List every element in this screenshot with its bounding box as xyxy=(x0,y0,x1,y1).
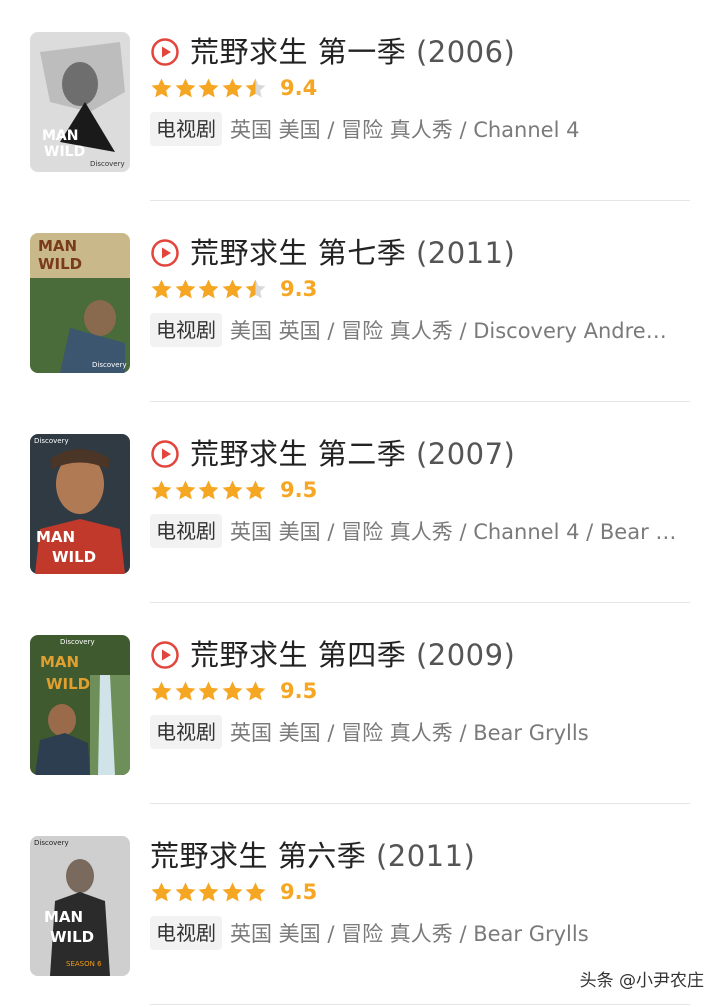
svg-text:SEASON 6: SEASON 6 xyxy=(66,960,102,968)
play-icon[interactable] xyxy=(150,640,180,670)
star-icon xyxy=(222,479,242,499)
star-icon xyxy=(151,881,172,901)
list-item[interactable]: MAN WILD Discovery 荒野求生 第二季 (2007) 9.5 电… xyxy=(0,402,720,603)
item-info: 英国 美国 / 冒险 真人秀 / Channel 4 xyxy=(230,118,580,142)
star-icon xyxy=(198,479,219,499)
type-badge: 电视剧 xyxy=(150,514,222,548)
rating-score: 9.5 xyxy=(280,478,318,502)
poster-thumbnail[interactable]: MAN WILD Discovery xyxy=(30,233,130,373)
item-meta: 电视剧 英国 美国 / 冒险 真人秀 / Bear Grylls xyxy=(150,914,690,952)
star-icon xyxy=(245,680,266,700)
svg-text:Discovery: Discovery xyxy=(60,638,95,646)
svg-text:WILD: WILD xyxy=(38,255,82,273)
star-rating xyxy=(150,474,268,506)
poster-thumbnail[interactable]: MAN WILD SEASON 6 Discovery xyxy=(30,836,130,976)
poster-image: MAN WILD SEASON 6 Discovery xyxy=(30,836,130,976)
item-info: 美国 英国 / 冒险 真人秀 / Discovery Andre… xyxy=(230,319,667,343)
list-item[interactable]: MAN WILD Discovery 荒野求生 第七季 (2011) 9.3 电… xyxy=(0,201,720,402)
svg-text:WILD: WILD xyxy=(46,675,90,693)
star-icon xyxy=(198,680,219,700)
star-rating xyxy=(150,273,268,305)
play-icon[interactable] xyxy=(150,238,180,268)
star-rating xyxy=(150,675,268,707)
rating-score: 9.5 xyxy=(280,679,318,703)
star-icon xyxy=(151,680,172,700)
play-icon[interactable] xyxy=(150,439,180,469)
play-icon[interactable] xyxy=(150,37,180,67)
star-icon xyxy=(198,881,219,901)
poster-image: MAN WILD Discovery xyxy=(30,233,130,373)
item-meta: 电视剧 英国 美国 / 冒险 真人秀 / Bear Grylls xyxy=(150,713,690,751)
svg-text:WILD: WILD xyxy=(44,144,85,160)
type-badge: 电视剧 xyxy=(150,916,222,950)
svg-text:Discovery: Discovery xyxy=(92,361,127,369)
star-rating xyxy=(150,72,268,104)
svg-text:WILD: WILD xyxy=(52,548,96,566)
rating-score: 9.3 xyxy=(280,277,318,301)
svg-text:Discovery: Discovery xyxy=(34,839,69,847)
star-icon xyxy=(222,278,242,298)
item-meta: 电视剧 英国 美国 / 冒险 真人秀 / Channel 4 xyxy=(150,110,690,148)
star-icon xyxy=(222,680,242,700)
star-icon xyxy=(175,77,195,97)
item-title[interactable]: 荒野求生 第七季 (2011) xyxy=(190,233,515,273)
list-item[interactable]: MAN WILD Discovery 荒野求生 第一季 (2006) 9.4 电… xyxy=(0,0,720,201)
item-title[interactable]: 荒野求生 第二季 (2007) xyxy=(190,434,515,474)
poster-thumbnail[interactable]: MAN WILD Discovery xyxy=(30,635,130,775)
item-meta: 电视剧 英国 美国 / 冒险 真人秀 / Channel 4 / Bear … xyxy=(150,512,690,550)
svg-text:MAN: MAN xyxy=(44,908,83,926)
rating-score: 9.5 xyxy=(280,880,318,904)
star-icon xyxy=(245,77,266,97)
divider xyxy=(150,1004,690,1005)
star-icon xyxy=(222,77,242,97)
star-icon xyxy=(175,881,195,901)
type-badge: 电视剧 xyxy=(150,112,222,146)
type-badge: 电视剧 xyxy=(150,715,222,749)
star-rating xyxy=(150,876,268,908)
poster-image: MAN WILD Discovery xyxy=(30,32,130,172)
svg-text:MAN: MAN xyxy=(36,528,75,546)
star-icon xyxy=(245,479,266,499)
star-icon xyxy=(175,680,195,700)
star-icon xyxy=(198,77,219,97)
star-icon xyxy=(151,278,172,298)
svg-text:Discovery: Discovery xyxy=(34,437,69,445)
item-info: 英国 美国 / 冒险 真人秀 / Bear Grylls xyxy=(230,922,589,946)
item-info: 英国 美国 / 冒险 真人秀 / Bear Grylls xyxy=(230,721,589,745)
svg-text:WILD: WILD xyxy=(50,928,94,946)
item-title[interactable]: 荒野求生 第四季 (2009) xyxy=(190,635,515,675)
star-icon xyxy=(222,881,242,901)
item-info: 英国 美国 / 冒险 真人秀 / Channel 4 / Bear … xyxy=(230,520,677,544)
star-icon xyxy=(245,881,266,901)
svg-text:MAN: MAN xyxy=(38,237,77,255)
star-icon xyxy=(151,77,172,97)
poster-thumbnail[interactable]: MAN WILD Discovery xyxy=(30,434,130,574)
watermark: 头条 @小尹农庄 xyxy=(579,971,704,991)
star-icon xyxy=(245,278,266,298)
item-title[interactable]: 荒野求生 第六季 (2011) xyxy=(150,836,475,876)
rating-score: 9.4 xyxy=(280,76,318,100)
item-title[interactable]: 荒野求生 第一季 (2006) xyxy=(190,32,515,72)
star-icon xyxy=(151,479,172,499)
poster-thumbnail[interactable]: MAN WILD Discovery xyxy=(30,32,130,172)
star-icon xyxy=(175,278,195,298)
star-icon xyxy=(175,479,195,499)
poster-image: MAN WILD Discovery xyxy=(30,434,130,574)
item-meta: 电视剧 美国 英国 / 冒险 真人秀 / Discovery Andre… xyxy=(150,311,690,349)
svg-text:Discovery: Discovery xyxy=(90,160,125,168)
svg-text:MAN: MAN xyxy=(42,128,78,144)
poster-image: MAN WILD Discovery xyxy=(30,635,130,775)
star-icon xyxy=(198,278,219,298)
svg-text:MAN: MAN xyxy=(40,653,79,671)
type-badge: 电视剧 xyxy=(150,313,222,347)
list-item[interactable]: MAN WILD Discovery 荒野求生 第四季 (2009) 9.5 电… xyxy=(0,603,720,804)
